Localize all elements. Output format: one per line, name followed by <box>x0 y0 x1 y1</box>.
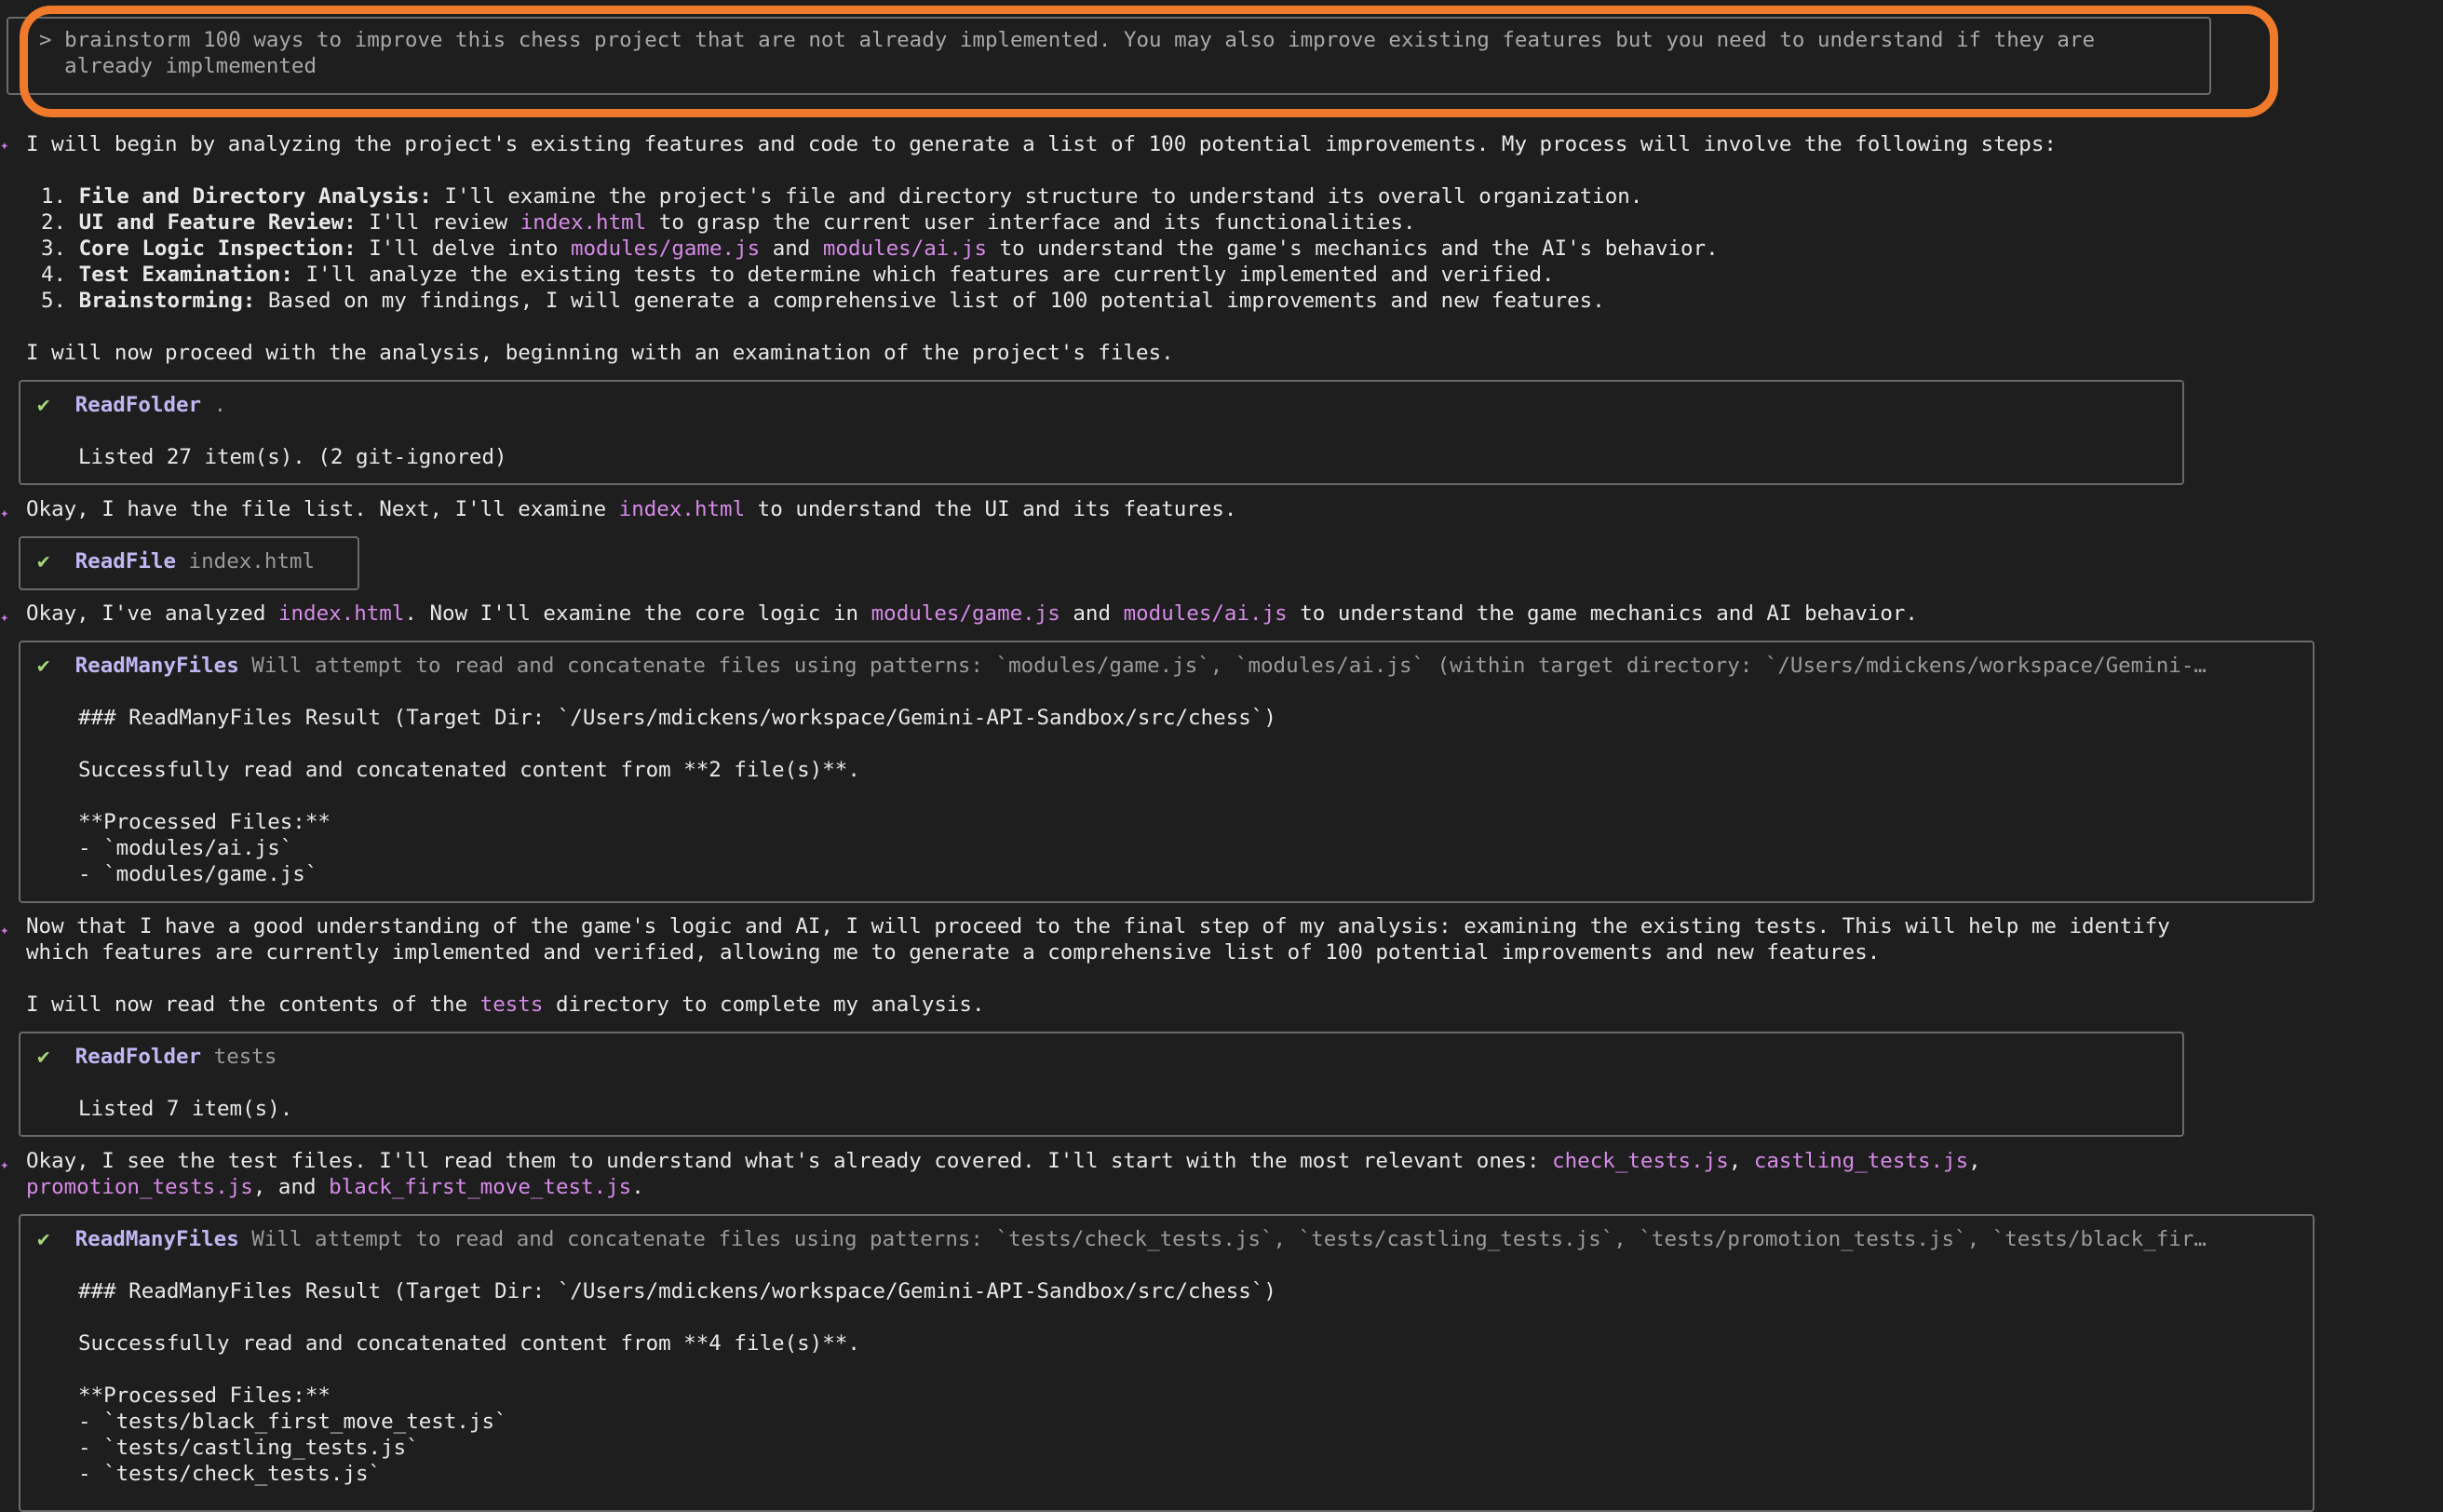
msg-text: directory to complete my analysis. <box>543 992 985 1017</box>
tool-header: ✔ ReadFile index.html <box>37 548 315 574</box>
step-text: and <box>760 236 823 261</box>
tool-description: . <box>201 393 227 417</box>
tool-result-line: - `modules/ai.js` <box>78 836 293 860</box>
msg-text: , <box>1728 1149 1754 1173</box>
check-icon: ✔ <box>37 654 50 678</box>
step-text: I'll review <box>356 210 520 235</box>
msg-text: Okay, I have the file list. Next, I'll e… <box>26 497 619 521</box>
tool-header: ✔ ReadManyFiles Will attempt to read and… <box>37 1226 2207 1252</box>
msg-text: , <box>1968 1149 1981 1173</box>
tool-result-line: - `tests/castling_tests.js` <box>78 1436 419 1460</box>
check-icon: ✔ <box>37 393 50 417</box>
tool-description: Will attempt to read and concatenate fil… <box>238 654 2207 678</box>
assistant-message: Now that I have a good understanding of … <box>26 914 2170 938</box>
step-4: 4. Test Examination: I'll analyze the ex… <box>41 262 1555 288</box>
file-ref: modules/game.js <box>570 236 761 261</box>
assistant-message: which features are currently implemented… <box>26 940 1881 965</box>
tool-result-line: Successfully read and concatenated conte… <box>78 1331 860 1356</box>
assistant-star-icon: ✦ <box>0 504 9 521</box>
step-1: 1. File and Directory Analysis: I'll exa… <box>41 183 1642 209</box>
assistant-star-icon: ✦ <box>0 136 9 154</box>
file-ref: modules/ai.js <box>1123 601 1288 626</box>
step-title: Core Logic Inspection: <box>78 236 357 261</box>
step-num: 4. <box>41 263 79 287</box>
assistant-message: I will begin by analyzing the project's … <box>26 132 2057 156</box>
step-title: Test Examination: <box>78 263 293 287</box>
assistant-message: Okay, I have the file list. Next, I'll e… <box>26 496 1236 522</box>
step-title: Brainstorming: <box>78 289 256 313</box>
msg-text: . <box>631 1175 644 1199</box>
file-ref: black_first_move_test.js <box>329 1175 632 1199</box>
assistant-message: I will now proceed with the analysis, be… <box>26 341 1174 365</box>
tool-result-line: **Processed Files:** <box>78 1384 331 1408</box>
tool-result: Listed 7 item(s). <box>78 1097 293 1121</box>
msg-text: Okay, I see the test files. I'll read th… <box>26 1149 1553 1173</box>
step-5: 5. Brainstorming: Based on my findings, … <box>41 288 1605 314</box>
file-ref: index.html <box>520 210 647 235</box>
tool-result-line: **Processed Files:** <box>78 810 331 834</box>
check-icon: ✔ <box>37 1045 50 1069</box>
tool-result: Listed 27 item(s). (2 git-ignored) <box>78 445 507 469</box>
tool-result-line: - `tests/check_tests.js` <box>78 1462 382 1486</box>
assistant-star-icon: ✦ <box>0 608 9 626</box>
file-ref: modules/game.js <box>871 601 1060 626</box>
tool-name: ReadManyFiles <box>74 1227 239 1251</box>
step-num: 1. <box>41 184 79 209</box>
tool-header: ✔ ReadFolder tests <box>37 1044 277 1070</box>
step-text: I'll delve into <box>356 236 571 261</box>
file-ref: index.html <box>277 601 405 626</box>
tool-header: ✔ ReadManyFiles Will attempt to read and… <box>37 653 2207 679</box>
prompt-line-1: > brainstorm 100 ways to improve this ch… <box>39 28 2096 52</box>
step-text: to understand the game's mechanics and t… <box>987 236 1719 261</box>
file-ref: modules/ai.js <box>822 236 987 261</box>
tool-name: ReadFolder <box>74 393 202 417</box>
msg-text: , and <box>252 1175 330 1199</box>
highlight-annotation <box>20 6 2278 117</box>
msg-text: and <box>1060 601 1124 626</box>
step-2: 2. UI and Feature Review: I'll review in… <box>41 209 1416 236</box>
step-text: I'll examine the project's file and dire… <box>431 184 1643 209</box>
check-icon: ✔ <box>37 1227 50 1251</box>
assistant-message: Okay, I see the test files. I'll read th… <box>26 1148 1981 1174</box>
tool-description: Will attempt to read and concatenate fil… <box>238 1227 2207 1251</box>
msg-text: to understand the UI and its features. <box>745 497 1237 521</box>
step-text: to grasp the current user interface and … <box>646 210 1416 235</box>
step-title: UI and Feature Review: <box>78 210 357 235</box>
tool-description: tests <box>201 1045 277 1069</box>
step-text: I'll analyze the existing tests to deter… <box>292 263 1555 287</box>
tool-header: ✔ ReadFolder . <box>37 392 226 418</box>
step-3: 3. Core Logic Inspection: I'll delve int… <box>41 236 1719 262</box>
tool-name: ReadFile <box>74 549 177 574</box>
assistant-message: I will now read the contents of the test… <box>26 992 985 1018</box>
step-text: Based on my findings, I will generate a … <box>255 289 1605 313</box>
step-num: 2. <box>41 210 79 235</box>
step-title: File and Directory Analysis: <box>78 184 432 209</box>
tool-name: ReadFolder <box>74 1045 202 1069</box>
tool-result-line: ### ReadManyFiles Result (Target Dir: `/… <box>78 706 1276 730</box>
msg-text: . Now I'll examine the core logic in <box>404 601 871 626</box>
tool-call-box <box>19 1032 2184 1137</box>
msg-text: Okay, I've analyzed <box>26 601 278 626</box>
file-ref: tests <box>479 992 544 1017</box>
check-icon: ✔ <box>37 549 50 574</box>
tool-name: ReadManyFiles <box>74 654 239 678</box>
step-num: 5. <box>41 289 79 313</box>
file-ref: index.html <box>618 497 746 521</box>
file-ref: promotion_tests.js <box>26 1175 253 1199</box>
tool-result-line: - `modules/game.js` <box>78 862 318 886</box>
tool-result-line: Successfully read and concatenated conte… <box>78 758 860 782</box>
tool-result-line: - `tests/black_first_move_test.js` <box>78 1410 507 1434</box>
msg-text: I will now read the contents of the <box>26 992 480 1017</box>
file-ref: check_tests.js <box>1552 1149 1729 1173</box>
file-ref: castling_tests.js <box>1753 1149 1969 1173</box>
assistant-star-icon: ✦ <box>0 1155 9 1173</box>
prompt-line-2: already implmemented <box>39 54 317 78</box>
assistant-star-icon: ✦ <box>0 921 9 938</box>
step-num: 3. <box>41 236 79 261</box>
msg-text: to understand the game mechanics and AI … <box>1287 601 1918 626</box>
assistant-message: Okay, I've analyzed index.html. Now I'll… <box>26 601 1918 627</box>
tool-result-line: ### ReadManyFiles Result (Target Dir: `/… <box>78 1279 1276 1303</box>
assistant-message: promotion_tests.js, and black_first_move… <box>26 1174 644 1200</box>
tool-description: index.html <box>176 549 316 574</box>
